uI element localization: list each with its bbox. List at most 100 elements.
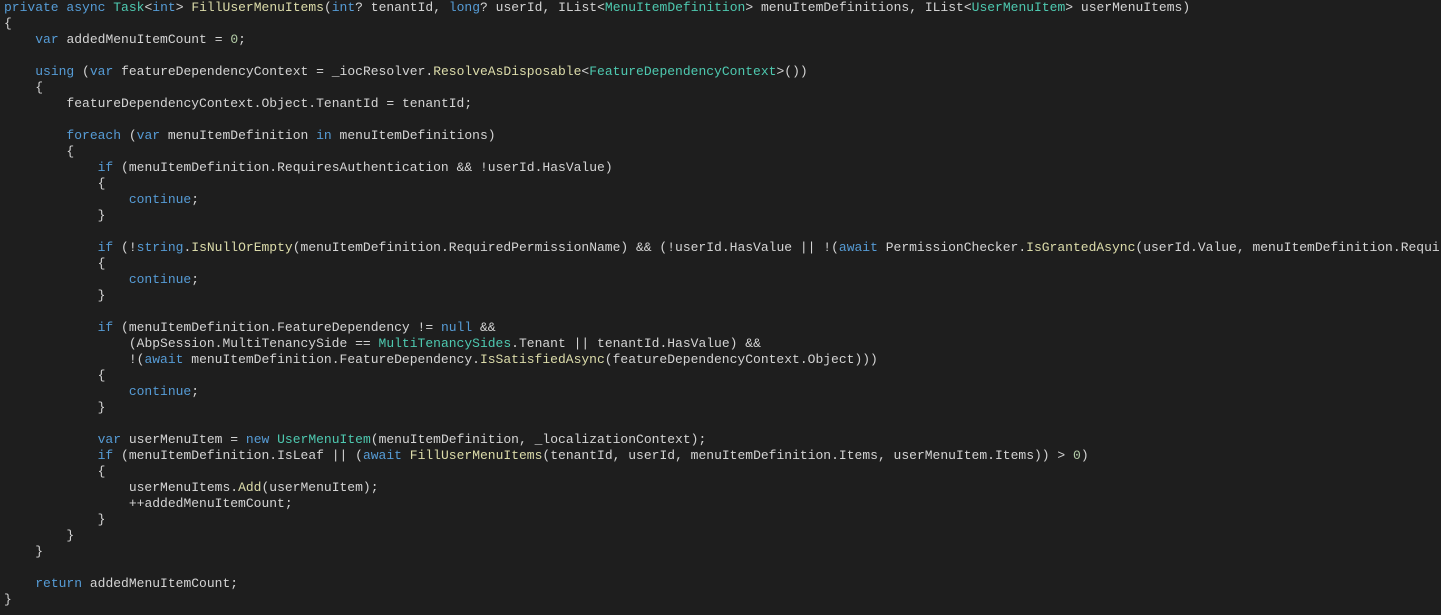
code-line: return addedMenuItemCount; (4, 576, 238, 591)
code-line: } (4, 592, 12, 607)
code-editor[interactable]: private async Task<int> FillUserMenuItem… (0, 0, 1441, 608)
keyword-foreach: foreach (66, 128, 121, 143)
prop-featdep: FeatureDependency (340, 352, 473, 367)
type-fdc: FeatureDependencyContext (589, 64, 776, 79)
code-line: if (menuItemDefinition.RequiresAuthentic… (4, 160, 613, 175)
prop-items: Items (839, 448, 878, 463)
code-line: var userMenuItem = new UserMenuItem(menu… (4, 432, 706, 447)
code-line: } (4, 512, 105, 527)
keyword-if: if (98, 320, 114, 335)
code-line: } (4, 400, 105, 415)
keyword-using: using (35, 64, 74, 79)
keyword-null: null (441, 320, 472, 335)
param-menuItemDefinitions: menuItemDefinitions (761, 0, 909, 15)
id-tenantid: tenantId (550, 448, 612, 463)
literal-zero: 0 (1073, 448, 1081, 463)
prop-reqauth: RequiresAuthentication (277, 160, 449, 175)
prop-value: Value (1198, 240, 1237, 255)
code-line: } (4, 544, 43, 559)
var-umi: userMenuItem (129, 432, 223, 447)
prop-reqperm: RequiredPermissionName (1401, 240, 1441, 255)
prop-hasvalue: HasValue (667, 336, 729, 351)
id-tenantid: tenantId (402, 96, 464, 111)
method-name: FillUserMenuItems (191, 0, 324, 15)
id-amic: addedMenuItemCount (144, 496, 284, 511)
id-mid: menuItemDefinition (691, 448, 831, 463)
code-line: !(await menuItemDefinition.FeatureDepend… (4, 352, 878, 367)
id-fdc: featureDependencyContext (66, 96, 253, 111)
keyword-await: await (363, 448, 402, 463)
id-abpsession: AbpSession (137, 336, 215, 351)
type-umi: UserMenuItem (277, 432, 371, 447)
code-line: var addedMenuItemCount = 0; (4, 32, 246, 47)
code-line: continue; (4, 384, 199, 399)
code-line: (AbpSession.MultiTenancySide == MultiTen… (4, 336, 761, 351)
code-line: private async Task<int> FillUserMenuItem… (4, 0, 1190, 15)
id-mids: menuItemDefinitions (340, 128, 488, 143)
id-mid: menuItemDefinition (379, 432, 519, 447)
id-mid: menuItemDefinition (129, 160, 269, 175)
keyword-var: var (98, 432, 121, 447)
code-line: continue; (4, 192, 199, 207)
id-fdc: featureDependencyContext (613, 352, 800, 367)
code-line: } (4, 208, 105, 223)
literal-zero: 0 (230, 32, 238, 47)
keyword-await: await (144, 352, 183, 367)
type-intq: int (332, 0, 355, 15)
id-mid: menuItemDefinition (1252, 240, 1392, 255)
keyword-string: string (137, 240, 184, 255)
keyword-continue: continue (129, 272, 191, 287)
prop-reqperm: RequiredPermissionName (449, 240, 621, 255)
code-line: { (4, 256, 105, 271)
type-usermenuitem: UserMenuItem (972, 0, 1066, 15)
enum-tenant: Tenant (519, 336, 566, 351)
fn-isnullorempty: IsNullOrEmpty (191, 240, 292, 255)
code-line: { (4, 368, 105, 383)
type-ilist2: IList (925, 0, 964, 15)
code-line: userMenuItems.Add(userMenuItem); (4, 480, 379, 495)
id-userid: userId (628, 448, 675, 463)
prop-mtside: MultiTenancySide (222, 336, 347, 351)
var-fdc: featureDependencyContext (121, 64, 308, 79)
code-line: { (4, 464, 105, 479)
keyword-if: if (98, 240, 114, 255)
type-menuitemdefinition: MenuItemDefinition (605, 0, 745, 15)
code-line: foreach (var menuItemDefinition in menuI… (4, 128, 496, 143)
keyword-in: in (316, 128, 332, 143)
id-userid: userId (1143, 240, 1190, 255)
prop-tenantid: TenantId (316, 96, 378, 111)
id-umis: userMenuItems (129, 480, 230, 495)
prop-isleaf: IsLeaf (277, 448, 324, 463)
fn-issatisfied: IsSatisfiedAsync (480, 352, 605, 367)
id-mid: menuItemDefinition (191, 352, 331, 367)
var-addedMenuItemCount: addedMenuItemCount (66, 32, 206, 47)
code-line: featureDependencyContext.Object.TenantId… (4, 96, 472, 111)
id-iocresolver: _iocResolver (332, 64, 426, 79)
fn-fillusermenuitems: FillUserMenuItems (410, 448, 543, 463)
keyword-new: new (246, 432, 269, 447)
keyword-if: if (98, 160, 114, 175)
keyword-await: await (839, 240, 878, 255)
fn-isgranted: IsGrantedAsync (1026, 240, 1135, 255)
keyword-private: private (4, 0, 59, 15)
code-line: { (4, 144, 74, 159)
keyword-var: var (35, 32, 58, 47)
id-tenantid: tenantId (597, 336, 659, 351)
prop-featdep: FeatureDependency (277, 320, 410, 335)
keyword-if: if (98, 448, 114, 463)
id-mid: menuItemDefinition (129, 320, 269, 335)
id-userid: userId (675, 240, 722, 255)
param-tenantId: tenantId (371, 0, 433, 15)
param-userMenuItems: userMenuItems (1081, 0, 1182, 15)
code-line: if (!string.IsNullOrEmpty(menuItemDefini… (4, 240, 1441, 255)
keyword-var: var (137, 128, 160, 143)
type-longq: long (449, 0, 480, 15)
prop-object: Object (808, 352, 855, 367)
id-amic: addedMenuItemCount (90, 576, 230, 591)
code-line: if (menuItemDefinition.FeatureDependency… (4, 320, 496, 335)
keyword-var: var (90, 64, 113, 79)
keyword-continue: continue (129, 192, 191, 207)
fn-resolveasdisposable: ResolveAsDisposable (433, 64, 581, 79)
type-ilist: IList (558, 0, 597, 15)
id-permchecker: PermissionChecker (886, 240, 1019, 255)
